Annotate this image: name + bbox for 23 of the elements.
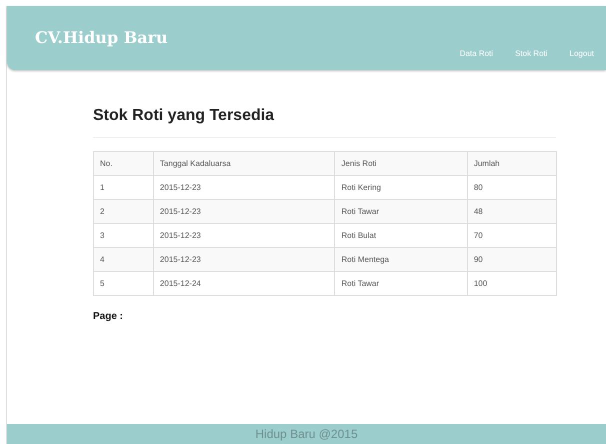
table-cell: 48: [467, 200, 556, 224]
brand-logo: CV.Hidup Baru: [35, 28, 168, 47]
footer-text: Hidup Baru @2015: [7, 424, 606, 444]
page-title: Stok Roti yang Tersedia: [93, 107, 276, 125]
table-cell: 2015-12-24: [153, 272, 335, 296]
table-cell: 90: [467, 248, 556, 272]
column-header: Jumlah: [467, 152, 556, 176]
table-cell: 4: [94, 248, 154, 272]
table-cell: 2: [94, 200, 154, 224]
nav-link[interactable]: Logout: [570, 49, 594, 58]
column-header: Jenis Roti: [334, 152, 468, 176]
nav-link[interactable]: Stok Roti: [515, 49, 548, 58]
table-cell: Roti Tawar: [334, 272, 468, 296]
pager-label: Page :: [93, 311, 124, 322]
table-cell: Roti Mentega: [334, 248, 468, 272]
table-cell: 2015-12-23: [153, 248, 335, 272]
column-header: Tanggal Kadaluarsa: [153, 152, 335, 176]
nav-link[interactable]: Data Roti: [460, 49, 494, 58]
table-cell: 2015-12-23: [153, 200, 335, 224]
table-cell: Roti Tawar: [334, 200, 468, 224]
column-header: No.: [94, 152, 154, 176]
table-cell: 5: [94, 272, 154, 296]
table-cell: 100: [467, 272, 556, 296]
